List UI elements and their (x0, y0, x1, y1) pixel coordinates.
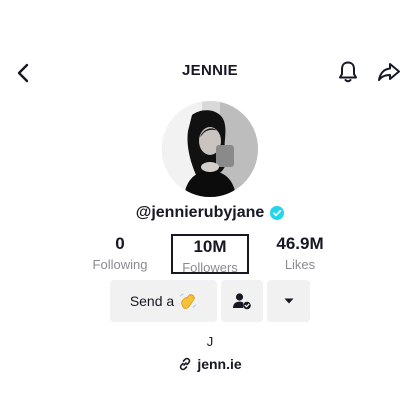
top-bar: JENNIE (0, 52, 420, 92)
profile-actions: Send a (0, 280, 420, 322)
link-icon (180, 357, 191, 371)
following-count: 0 (115, 234, 125, 253)
notifications-button[interactable] (334, 58, 362, 86)
followers-stat[interactable]: 10M Followers (171, 234, 249, 275)
avatar[interactable] (162, 101, 258, 197)
profile-link[interactable]: jenn.ie (0, 356, 420, 372)
handle-row: @jennierubyjane (0, 204, 420, 222)
profile-photo (162, 101, 258, 197)
bell-icon (339, 61, 357, 83)
waving-hand-icon (180, 293, 197, 309)
profile-stats: 0 Following 10M Followers 46.9M Likes (0, 234, 420, 275)
following-stat[interactable]: 0 Following (86, 234, 154, 274)
share-button[interactable] (374, 58, 404, 86)
followers-count: 10M (193, 237, 227, 256)
share-icon (378, 63, 400, 81)
profile-link-text: jenn.ie (197, 356, 242, 372)
more-options-button[interactable] (267, 280, 310, 322)
likes-stat[interactable]: 46.9M Likes (266, 234, 334, 274)
send-wave-label: Send a (129, 293, 175, 309)
send-wave-button[interactable]: Send a (110, 280, 217, 322)
likes-label: Likes (284, 257, 316, 272)
followers-label: Followers (182, 260, 238, 275)
following-label: Following (92, 257, 148, 272)
verified-badge-icon (270, 206, 285, 220)
add-friend-icon (233, 293, 251, 310)
friends-button[interactable] (221, 280, 263, 322)
username-handle: @jennierubyjane (135, 204, 265, 221)
likes-count: 46.9M (276, 234, 324, 253)
caret-down-icon (284, 298, 293, 304)
bio-text: J (206, 334, 214, 349)
